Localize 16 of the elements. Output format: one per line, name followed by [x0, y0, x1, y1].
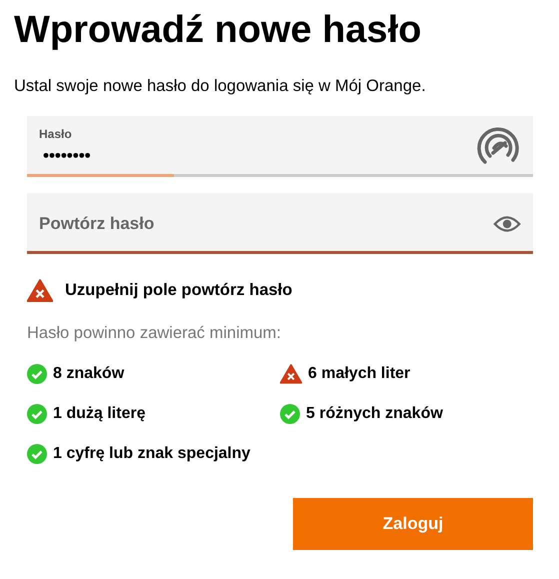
requirement-text: 1 cyfrę lub znak specjalny: [53, 444, 250, 464]
repeat-password-input[interactable]: Powtórz hasło: [39, 211, 493, 237]
password-input[interactable]: ••••••••: [39, 142, 475, 168]
repeat-password-field[interactable]: Powtórz hasło: [27, 193, 533, 254]
error-message: Uzupełnij pole powtórz hasło: [65, 280, 292, 302]
password-field[interactable]: Hasło ••••••••: [27, 116, 533, 178]
warning-icon: [27, 279, 53, 302]
field-label: Hasło: [39, 126, 73, 143]
requirement-text: 8 znaków: [53, 364, 124, 384]
page-title: Wprowadź nowe hasło: [14, 8, 422, 53]
eye-icon[interactable]: [492, 214, 521, 234]
requirements-hint: Hasło powinno zawierać minimum:: [27, 323, 282, 344]
subtitle: Ustal swoje nowe hasło do logowania się w Mój Orange.: [14, 76, 427, 97]
requirement-text: 6 małych liter: [308, 364, 410, 384]
requirement-text: 5 różnych znaków: [306, 404, 443, 424]
requirement-text: 1 dużą literę: [53, 404, 146, 424]
